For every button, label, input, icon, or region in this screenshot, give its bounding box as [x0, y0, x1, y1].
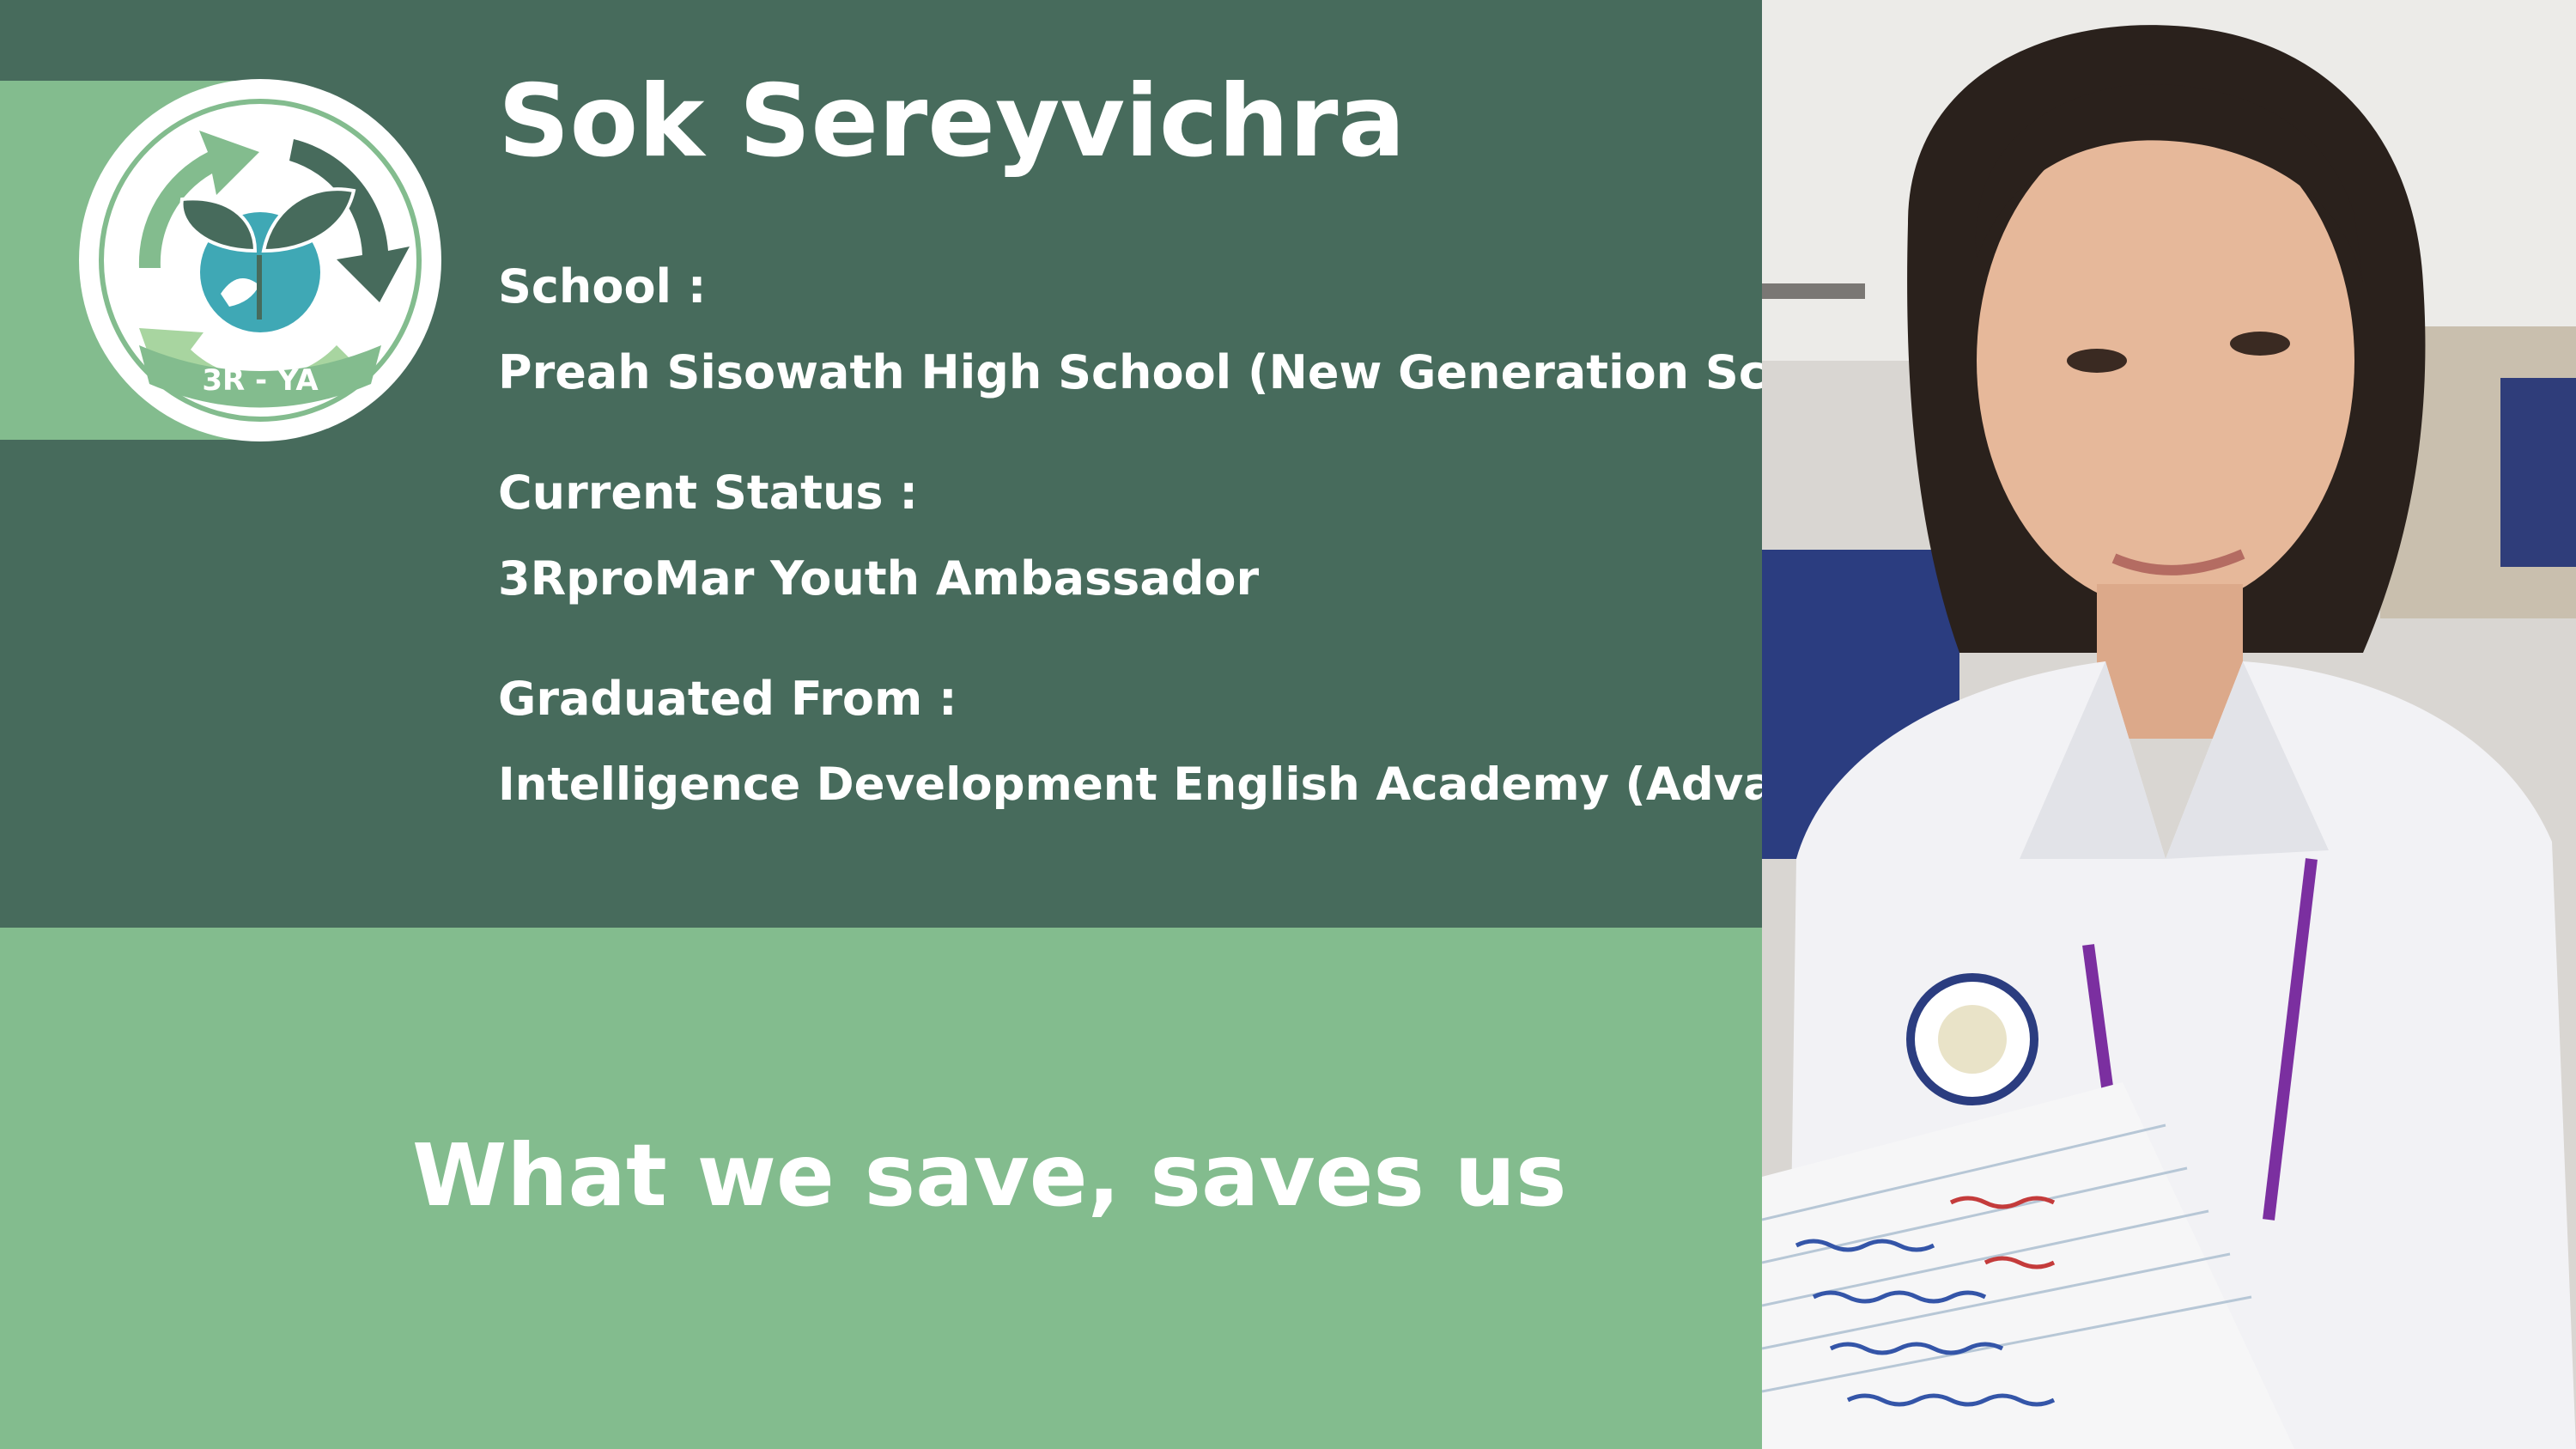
school-value: Preah Sisowath High School (New Generati… [498, 345, 1900, 399]
graduated-label: Graduated From : [498, 672, 957, 726]
status-value: 3RproMar Youth Ambassador [498, 551, 1260, 606]
profile-photo [1762, 0, 2576, 1449]
school-label: School : [498, 259, 707, 314]
graduated-value: Intelligence Development English Academy… [498, 758, 1918, 811]
slogan-text: What we save, saves us [412, 1125, 1567, 1226]
3r-ya-logo: 3R - YA [79, 79, 441, 441]
status-label: Current Status : [498, 466, 918, 520]
logo-text: 3R - YA [202, 363, 319, 398]
portrait-photo-illustration [1762, 0, 2576, 1449]
recycle-leaf-logo-icon: 3R - YA [79, 79, 441, 441]
profile-name: Sok Sereyvichra [498, 64, 1406, 180]
